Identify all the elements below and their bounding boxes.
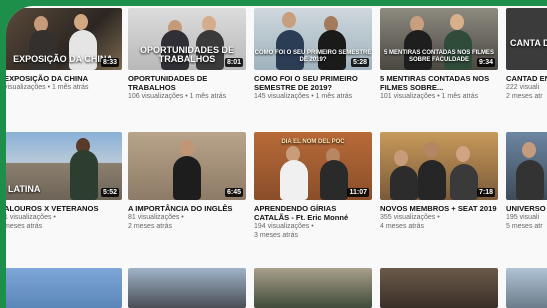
video-title[interactable]: ALOUROS X VETERANOS: [6, 204, 122, 213]
duration-badge: 5:28: [350, 58, 369, 67]
video-title[interactable]: OPORTUNIDADES DE TRABALHOS: [128, 74, 246, 92]
video-card[interactable]: OPORTUNIDADES DE TRABALHOS 8:01 OPORTUNI…: [128, 8, 246, 101]
video-title[interactable]: UNIVERSO PELO MUN: [506, 204, 547, 213]
video-thumbnail[interactable]: LATINA 5:52: [6, 132, 122, 200]
video-card[interactable]: COMO FOI O SEU PRIMEIRO SEMESTRE DE 2019…: [254, 8, 372, 101]
video-title[interactable]: EXPOSIÇÃO DA CHINA: [6, 74, 122, 83]
video-card[interactable]: UNIVERSO PELO MUN 195 visuali 5 meses at…: [506, 132, 547, 231]
duration-badge: 11:07: [347, 188, 369, 197]
video-meta: 222 visuali: [506, 84, 540, 91]
duration-badge: 9:34: [476, 58, 495, 67]
video-thumbnail[interactable]: 7:18: [380, 132, 498, 200]
duration-badge: 8:01: [224, 58, 243, 67]
video-meta: 1 visualizações •: [6, 214, 56, 221]
video-card[interactable]: [380, 268, 498, 308]
video-title[interactable]: APRENDENDO GÍRIAS CATALÃS - Ft. Eric Mon…: [254, 204, 372, 222]
thumbnail-caption: DIA EL NOM DEL POC: [281, 139, 345, 145]
video-card[interactable]: 7:18 NOVOS MEMBROS + SEAT 2019 355 visua…: [380, 132, 498, 231]
video-thumbnail[interactable]: [380, 268, 498, 308]
video-thumbnail[interactable]: 6:45: [128, 132, 246, 200]
video-card[interactable]: [506, 268, 547, 308]
video-meta: 145 visualizações • 1 mês atrás: [254, 93, 353, 100]
video-meta: 81 visualizações •: [128, 214, 184, 221]
video-meta: 106 visualizações • 1 mês atrás: [128, 93, 227, 100]
video-thumbnail[interactable]: [506, 132, 547, 200]
video-thumbnail[interactable]: CANTA DE ENGE: [506, 8, 547, 70]
video-thumbnail[interactable]: COMO FOI O SEU PRIMEIRO SEMESTRE DE 2019…: [254, 8, 372, 70]
duration-badge: 5:52: [100, 188, 119, 197]
video-card[interactable]: EXPOSIÇÃO DA CHINA 8:33 EXPOSIÇÃO DA CHI…: [6, 8, 122, 92]
video-thumbnail[interactable]: OPORTUNIDADES DE TRABALHOS 8:01: [128, 8, 246, 70]
duration-badge: 8:33: [100, 58, 119, 67]
video-meta: 194 visualizações •: [254, 223, 314, 230]
video-meta: 355 visualizações •: [380, 214, 440, 221]
video-card[interactable]: DIA EL NOM DEL POC 11:07 APRENDENDO GÍRI…: [254, 132, 372, 240]
video-meta-date: 5 meses atr: [506, 223, 543, 230]
video-title[interactable]: CANTAD ENGENHE: [506, 74, 547, 83]
video-meta: 101 visualizações • 1 mês atrás: [380, 93, 479, 100]
video-card[interactable]: [6, 268, 122, 308]
video-thumbnail[interactable]: 5 MENTIRAS CONTADAS NOS FILMES SOBRE FAC…: [380, 8, 498, 70]
video-grid-panel: EXPOSIÇÃO DA CHINA 8:33 EXPOSIÇÃO DA CHI…: [6, 6, 547, 308]
video-meta-date: 2 meses atrás: [128, 223, 172, 230]
video-meta-date: 3 meses atrás: [254, 232, 298, 239]
video-meta-date: 4 meses atrás: [380, 223, 424, 230]
video-card[interactable]: LATINA 5:52 ALOUROS X VETERANOS 1 visual…: [6, 132, 122, 231]
duration-badge: 7:18: [476, 188, 495, 197]
video-card[interactable]: 5 MENTIRAS CONTADAS NOS FILMES SOBRE FAC…: [380, 8, 498, 101]
video-title[interactable]: NOVOS MEMBROS + SEAT 2019: [380, 204, 498, 213]
video-thumbnail[interactable]: EXPOSIÇÃO DA CHINA 8:33: [6, 8, 122, 70]
video-thumbnail[interactable]: [6, 268, 122, 308]
duration-badge: 6:45: [224, 188, 243, 197]
video-card[interactable]: [128, 268, 246, 308]
video-card[interactable]: 6:45 A IMPORTÂNCIA DO INGLÊS 81 visualiz…: [128, 132, 246, 231]
video-thumbnail[interactable]: DIA EL NOM DEL POC 11:07: [254, 132, 372, 200]
video-thumbnail[interactable]: [254, 268, 372, 308]
video-thumbnail[interactable]: [506, 268, 547, 308]
video-card[interactable]: [254, 268, 372, 308]
video-meta: 195 visuali: [506, 214, 540, 221]
video-card[interactable]: CANTA DE ENGE CANTAD ENGENHE 222 visuali…: [506, 8, 547, 101]
video-title[interactable]: 5 MENTIRAS CONTADAS NOS FILMES SOBRE...: [380, 74, 498, 92]
thumbnail-caption: CANTA DE ENGE: [510, 38, 547, 48]
video-meta-date: meses atrás: [6, 223, 43, 230]
video-meta: visualizações • 1 mês atrás: [6, 84, 89, 91]
video-title[interactable]: A IMPORTÂNCIA DO INGLÊS: [128, 204, 246, 213]
video-meta-date: 2 meses atr: [506, 93, 543, 100]
video-title[interactable]: COMO FOI O SEU PRIMEIRO SEMESTRE DE 2019…: [254, 74, 372, 92]
video-thumbnail[interactable]: [128, 268, 246, 308]
